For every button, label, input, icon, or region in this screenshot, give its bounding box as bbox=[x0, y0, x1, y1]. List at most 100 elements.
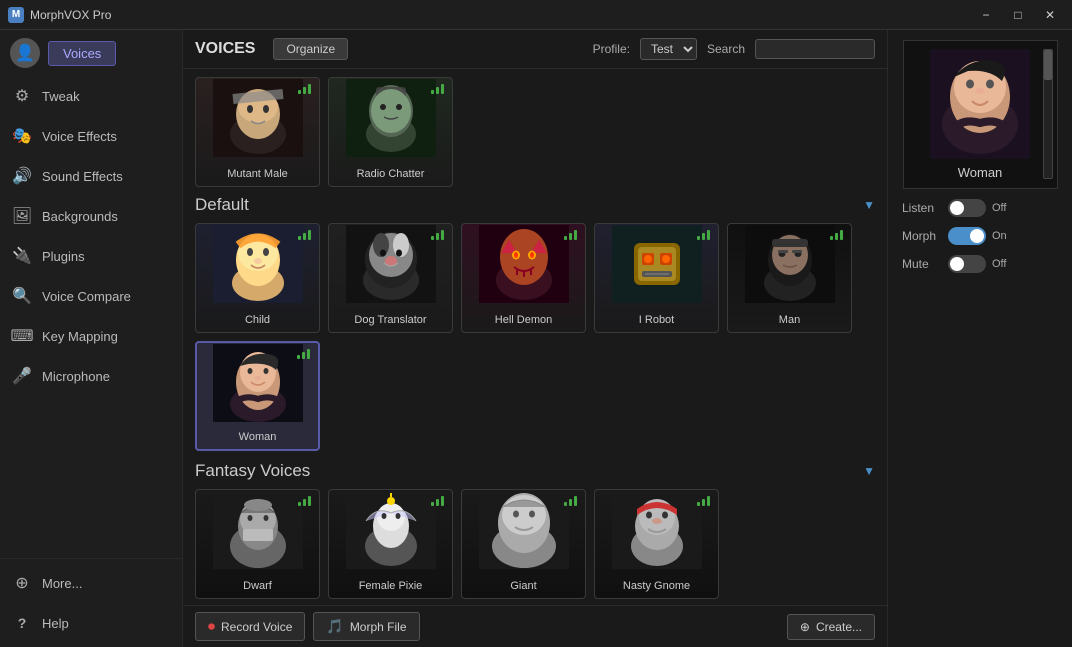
main-layout: 👤 Voices ⚙ Tweak 🎭 Voice Effects 🔊 Sound… bbox=[0, 30, 1072, 647]
sidebar-top: 👤 Voices bbox=[0, 30, 182, 76]
sidebar-label-key-mapping: Key Mapping bbox=[42, 329, 118, 344]
user-avatar: 👤 bbox=[10, 38, 40, 68]
app-icon: M bbox=[8, 7, 24, 23]
profile-select[interactable]: Test bbox=[640, 38, 697, 60]
morph-file-label: Morph File bbox=[350, 620, 407, 634]
app-title: MorphVOX Pro bbox=[30, 8, 972, 22]
preview-scrollbar[interactable] bbox=[1043, 49, 1053, 179]
sidebar-item-voice-effects[interactable]: 🎭 Voice Effects bbox=[0, 116, 182, 156]
mute-label: Mute bbox=[902, 257, 940, 271]
voice-card-nasty-gnome[interactable]: Nasty Gnome bbox=[594, 489, 719, 599]
voice-card-radio-chatter[interactable]: Radio Chatter bbox=[328, 77, 453, 187]
sidebar-item-tweak[interactable]: ⚙ Tweak bbox=[0, 76, 182, 116]
signal-nasty-gnome bbox=[697, 496, 710, 506]
record-icon: ⏺ bbox=[208, 618, 215, 635]
voice-compare-icon: 🔍 bbox=[12, 286, 32, 306]
preview-container: Woman bbox=[903, 40, 1058, 189]
voice-card-dog-translator[interactable]: Dog Translator bbox=[328, 223, 453, 333]
record-voice-button[interactable]: ⏺ Record Voice bbox=[195, 612, 305, 641]
sidebar-item-key-mapping[interactable]: ⌨ Key Mapping bbox=[0, 316, 182, 356]
search-input[interactable] bbox=[755, 39, 875, 59]
content-area: VOICES Organize Profile: Test Search bbox=[183, 30, 887, 647]
search-label: Search bbox=[707, 42, 745, 56]
default-voice-grid: Child bbox=[195, 223, 875, 451]
voice-label-dog-translator: Dog Translator bbox=[354, 314, 426, 326]
voice-label-woman: Woman bbox=[239, 431, 277, 443]
right-panel: Woman Listen Off Morph On bbox=[887, 30, 1072, 647]
key-mapping-icon: ⌨ bbox=[12, 326, 32, 346]
voices-header: VOICES Organize Profile: Test Search bbox=[183, 30, 887, 69]
tweak-icon: ⚙ bbox=[12, 86, 32, 106]
sidebar-item-plugins[interactable]: 🔌 Plugins bbox=[0, 236, 182, 276]
sidebar-label-voice-compare: Voice Compare bbox=[42, 289, 131, 304]
morph-toggle[interactable] bbox=[948, 227, 986, 245]
sidebar-label-microphone: Microphone bbox=[42, 369, 110, 384]
sidebar-item-help[interactable]: ? Help bbox=[0, 603, 182, 643]
recent-row: Mutant Male bbox=[195, 77, 875, 187]
sidebar-item-more[interactable]: ⊕ More... bbox=[0, 563, 182, 603]
create-plus-icon: ⊕ bbox=[800, 620, 810, 634]
mute-control-row: Mute Off bbox=[896, 255, 1064, 273]
voices-scroll[interactable]: Mutant Male bbox=[183, 69, 887, 605]
signal-man bbox=[830, 230, 843, 240]
close-button[interactable]: ✕ bbox=[1036, 4, 1064, 26]
help-icon: ? bbox=[12, 613, 32, 633]
sidebar-item-sound-effects[interactable]: 🔊 Sound Effects bbox=[0, 156, 182, 196]
sound-effects-icon: 🔊 bbox=[12, 166, 32, 186]
voice-label-radio-chatter: Radio Chatter bbox=[357, 168, 425, 180]
sidebar-label-backgrounds: Backgrounds bbox=[42, 209, 118, 224]
morph-file-button[interactable]: 🎵 Morph File bbox=[313, 612, 419, 641]
voice-label-nasty-gnome: Nasty Gnome bbox=[623, 580, 690, 592]
sidebar: 👤 Voices ⚙ Tweak 🎭 Voice Effects 🔊 Sound… bbox=[0, 30, 183, 647]
microphone-icon: 🎤 bbox=[12, 366, 32, 386]
maximize-button[interactable]: □ bbox=[1004, 4, 1032, 26]
mute-toggle[interactable] bbox=[948, 255, 986, 273]
sidebar-bottom: ⊕ More... ? Help bbox=[0, 558, 182, 647]
create-button[interactable]: ⊕ Create... bbox=[787, 614, 875, 640]
morph-file-icon: 🎵 bbox=[326, 618, 343, 635]
title-bar: M MorphVOX Pro − □ ✕ bbox=[0, 0, 1072, 30]
listen-control-row: Listen Off bbox=[896, 199, 1064, 217]
voice-label-child: Child bbox=[245, 314, 270, 326]
voice-card-female-pixie[interactable]: Female Pixie bbox=[328, 489, 453, 599]
signal-dog-translator bbox=[431, 230, 444, 240]
voice-card-giant[interactable]: Giant bbox=[461, 489, 586, 599]
listen-toggle[interactable] bbox=[948, 199, 986, 217]
fantasy-collapse-button[interactable]: ▼ bbox=[863, 464, 875, 478]
preview-name: Woman bbox=[958, 165, 1003, 180]
sidebar-item-microphone[interactable]: 🎤 Microphone bbox=[0, 356, 182, 396]
voices-button[interactable]: Voices bbox=[48, 41, 116, 66]
voice-card-man[interactable]: Man bbox=[727, 223, 852, 333]
fantasy-voice-grid: Dwarf bbox=[195, 489, 875, 599]
sidebar-item-voice-compare[interactable]: 🔍 Voice Compare bbox=[0, 276, 182, 316]
signal-mutant-male bbox=[298, 84, 311, 94]
mute-toggle-switch: Off bbox=[948, 255, 1006, 273]
sidebar-label-plugins: Plugins bbox=[42, 249, 85, 264]
sidebar-label-sound-effects: Sound Effects bbox=[42, 169, 123, 184]
signal-female-pixie bbox=[431, 496, 444, 506]
minimize-button[interactable]: − bbox=[972, 4, 1000, 26]
backgrounds-icon: 🖼 bbox=[12, 206, 32, 226]
sidebar-label-more: More... bbox=[42, 576, 82, 591]
voice-card-dwarf[interactable]: Dwarf bbox=[195, 489, 320, 599]
morph-control-row: Morph On bbox=[896, 227, 1064, 245]
voice-label-dwarf: Dwarf bbox=[243, 580, 272, 592]
voice-card-hell-demon[interactable]: Hell Demon bbox=[461, 223, 586, 333]
voice-card-i-robot[interactable]: I Robot bbox=[594, 223, 719, 333]
default-title: Default bbox=[195, 195, 249, 215]
morph-toggle-switch: On bbox=[948, 227, 1007, 245]
signal-hell-demon bbox=[564, 230, 577, 240]
voice-effects-icon: 🎭 bbox=[12, 126, 32, 146]
organize-button[interactable]: Organize bbox=[273, 38, 348, 60]
voice-label-i-robot: I Robot bbox=[639, 314, 674, 326]
window-controls: − □ ✕ bbox=[972, 4, 1064, 26]
default-section-header: Default ▼ bbox=[195, 195, 875, 215]
voice-card-woman[interactable]: Woman bbox=[195, 341, 320, 451]
sidebar-item-backgrounds[interactable]: 🖼 Backgrounds bbox=[0, 196, 182, 236]
morph-state: On bbox=[992, 230, 1007, 242]
preview-image bbox=[930, 49, 1030, 159]
default-collapse-button[interactable]: ▼ bbox=[863, 198, 875, 212]
voice-card-mutant-male[interactable]: Mutant Male bbox=[195, 77, 320, 187]
voice-label-man: Man bbox=[779, 314, 800, 326]
voice-card-child[interactable]: Child bbox=[195, 223, 320, 333]
